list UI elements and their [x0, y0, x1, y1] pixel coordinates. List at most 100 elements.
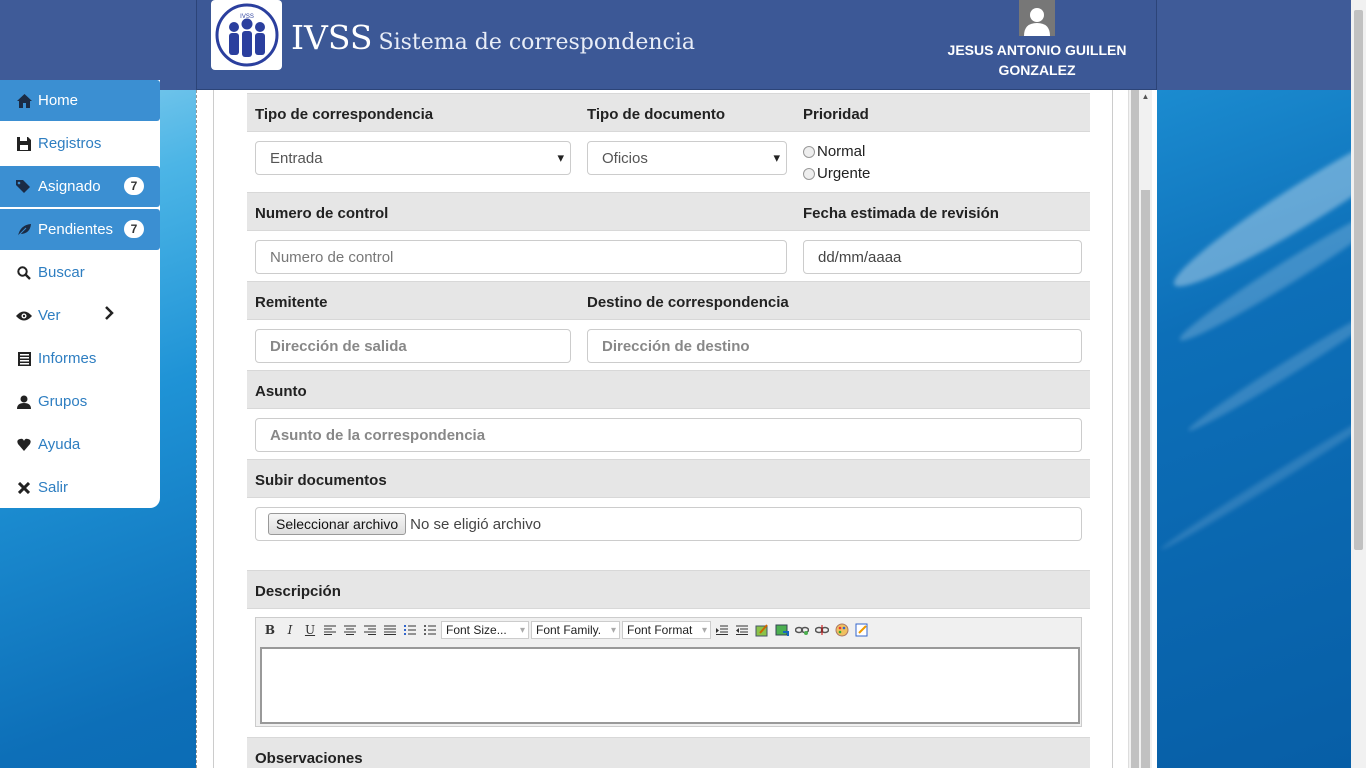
- panel-scrollbar[interactable]: ▲: [1139, 90, 1152, 768]
- user-info[interactable]: JESUS ANTONIO GUILLEN GONZALEZ: [937, 0, 1137, 80]
- destino-label: Destino de correspondencia: [587, 294, 789, 311]
- sidebar-item-buscar[interactable]: Buscar: [0, 252, 160, 293]
- heart-icon: [14, 438, 34, 451]
- brand-title: IVSS: [291, 18, 373, 57]
- ivss-logo-icon: IVSS: [215, 3, 278, 67]
- sidebar-item-pendientes[interactable]: Pendientes 7: [0, 209, 160, 250]
- tipo-correspondencia-value: Entrada: [270, 149, 323, 167]
- page-scrollbar-thumb[interactable]: [1354, 10, 1363, 550]
- asunto-label: Asunto: [255, 383, 307, 400]
- sidebar-item-ver[interactable]: Ver: [0, 295, 160, 336]
- sidebar-item-registros[interactable]: Registros: [0, 123, 160, 164]
- font-format-dropdown[interactable]: Font Format: [622, 621, 711, 639]
- align-left-icon[interactable]: [320, 620, 340, 640]
- user-icon: [14, 395, 34, 409]
- main-panel: Tipo de correspondencia Tipo de document…: [196, 90, 1157, 768]
- justify-icon[interactable]: [380, 620, 400, 640]
- destino-input[interactable]: Dirección de destino: [587, 329, 1082, 363]
- tipo-documento-select[interactable]: Oficios: [587, 141, 787, 175]
- remitente-input[interactable]: Dirección de salida: [255, 329, 571, 363]
- sidebar-item-label: Salir: [38, 479, 69, 496]
- italic-icon[interactable]: I: [280, 620, 300, 640]
- file-status: No se eligió archivo: [410, 515, 542, 533]
- color-palette-icon[interactable]: [832, 620, 852, 640]
- avatar[interactable]: [1019, 0, 1055, 36]
- user-name-line2: GONZALEZ: [998, 62, 1076, 78]
- numero-control-placeholder: Numero de control: [270, 248, 394, 266]
- fecha-revision-label: Fecha estimada de revisión: [803, 205, 999, 222]
- numero-control-input[interactable]: Numero de control: [255, 240, 787, 274]
- sidebar-item-label: Buscar: [38, 264, 85, 281]
- fecha-revision-input[interactable]: dd/mm/aaaa: [803, 240, 1082, 274]
- tipo-correspondencia-select[interactable]: Entrada: [255, 141, 571, 175]
- file-upload-field[interactable]: Seleccionar archivo No se eligió archivo: [255, 507, 1082, 541]
- font-size-dropdown[interactable]: Font Size...: [441, 621, 529, 639]
- align-center-icon[interactable]: [340, 620, 360, 640]
- unordered-list-icon[interactable]: [420, 620, 440, 640]
- prioridad-urgente-radio[interactable]: Urgente: [803, 165, 870, 182]
- header: IVSS IVSS Sistema de correspondencia JESU…: [196, 0, 1157, 90]
- bg-streak: [1163, 98, 1366, 302]
- home-icon: [14, 93, 34, 108]
- page-scrollbar[interactable]: [1351, 0, 1366, 768]
- sidebar-item-informes[interactable]: Informes: [0, 338, 160, 379]
- radio-circle[interactable]: [803, 145, 815, 158]
- ordered-list-icon[interactable]: [400, 620, 420, 640]
- sidebar-item-label: Grupos: [38, 393, 88, 410]
- numero-control-label: Numero de control: [255, 205, 389, 222]
- font-family-dropdown[interactable]: Font Family.: [531, 621, 620, 639]
- row-header-observaciones: Observaciones: [247, 737, 1090, 768]
- prioridad-normal-radio[interactable]: Normal: [803, 143, 865, 160]
- unlink-icon[interactable]: [812, 620, 832, 640]
- search-icon: [14, 265, 34, 280]
- panel-scrollbar-thumb[interactable]: [1141, 190, 1150, 768]
- sidebar-item-label: Registros: [38, 135, 102, 152]
- save-icon: [14, 136, 34, 151]
- sidebar-item-ayuda[interactable]: Ayuda: [0, 424, 160, 465]
- destino-placeholder: Dirección de destino: [602, 337, 750, 355]
- subir-label: Subir documentos: [255, 472, 387, 489]
- row-header-tipo: Tipo de correspondencia Tipo de document…: [247, 93, 1090, 132]
- sidebar-item-label: Ayuda: [38, 436, 81, 453]
- tipo-documento-value: Oficios: [602, 149, 648, 167]
- asunto-input[interactable]: Asunto de la correspondencia: [255, 418, 1082, 452]
- leaf-icon: [14, 223, 34, 237]
- bg-streak: [1158, 396, 1366, 554]
- tipo-documento-label: Tipo de documento: [587, 106, 726, 123]
- indent-icon[interactable]: [732, 620, 752, 640]
- sidebar-item-asignado[interactable]: Asignado 7: [0, 166, 160, 207]
- sidebar-item-home[interactable]: Home: [0, 80, 160, 121]
- observaciones-label: Observaciones: [255, 750, 363, 767]
- align-right-icon[interactable]: [360, 620, 380, 640]
- row-header-remitente: Remitente Destino de correspondencia: [247, 281, 1090, 320]
- html-source-icon[interactable]: [852, 620, 872, 640]
- ivss-logo[interactable]: IVSS: [211, 0, 282, 70]
- select-file-button[interactable]: Seleccionar archivo: [268, 513, 407, 535]
- list-icon: [14, 351, 34, 366]
- eye-icon: [14, 310, 34, 322]
- chevron-right-icon[interactable]: [104, 306, 114, 325]
- asignado-count-badge: 7: [124, 177, 144, 195]
- sidebar-item-label: Pendientes: [38, 221, 114, 238]
- row-header-descripcion: Descripción: [247, 570, 1090, 609]
- radio-label: Normal: [817, 143, 866, 160]
- link-icon[interactable]: [792, 620, 812, 640]
- insert-image-icon[interactable]: [772, 620, 792, 640]
- sidebar-item-salir[interactable]: Salir: [0, 467, 160, 508]
- pendientes-count-badge: 7: [124, 220, 144, 238]
- outdent-icon[interactable]: [712, 620, 732, 640]
- sidebar-item-grupos[interactable]: Grupos: [0, 381, 160, 422]
- tags-icon: [14, 179, 34, 194]
- row-header-subir: Subir documentos: [247, 459, 1090, 498]
- radio-circle[interactable]: [803, 167, 815, 180]
- fecha-revision-placeholder: dd/mm/aaaa: [818, 248, 902, 266]
- underline-icon[interactable]: U: [300, 620, 320, 640]
- descripcion-textarea[interactable]: [260, 647, 1080, 724]
- bold-icon[interactable]: B: [260, 620, 280, 640]
- edit-image-icon[interactable]: [752, 620, 772, 640]
- asunto-placeholder: Asunto de la correspondencia: [270, 426, 486, 444]
- user-name-line1: JESUS ANTONIO GUILLEN: [947, 42, 1127, 58]
- row-header-control: Numero de control Fecha estimada de revi…: [247, 192, 1090, 231]
- scroll-up-arrow-icon[interactable]: ▲: [1139, 92, 1152, 101]
- radio-label: Urgente: [817, 165, 871, 182]
